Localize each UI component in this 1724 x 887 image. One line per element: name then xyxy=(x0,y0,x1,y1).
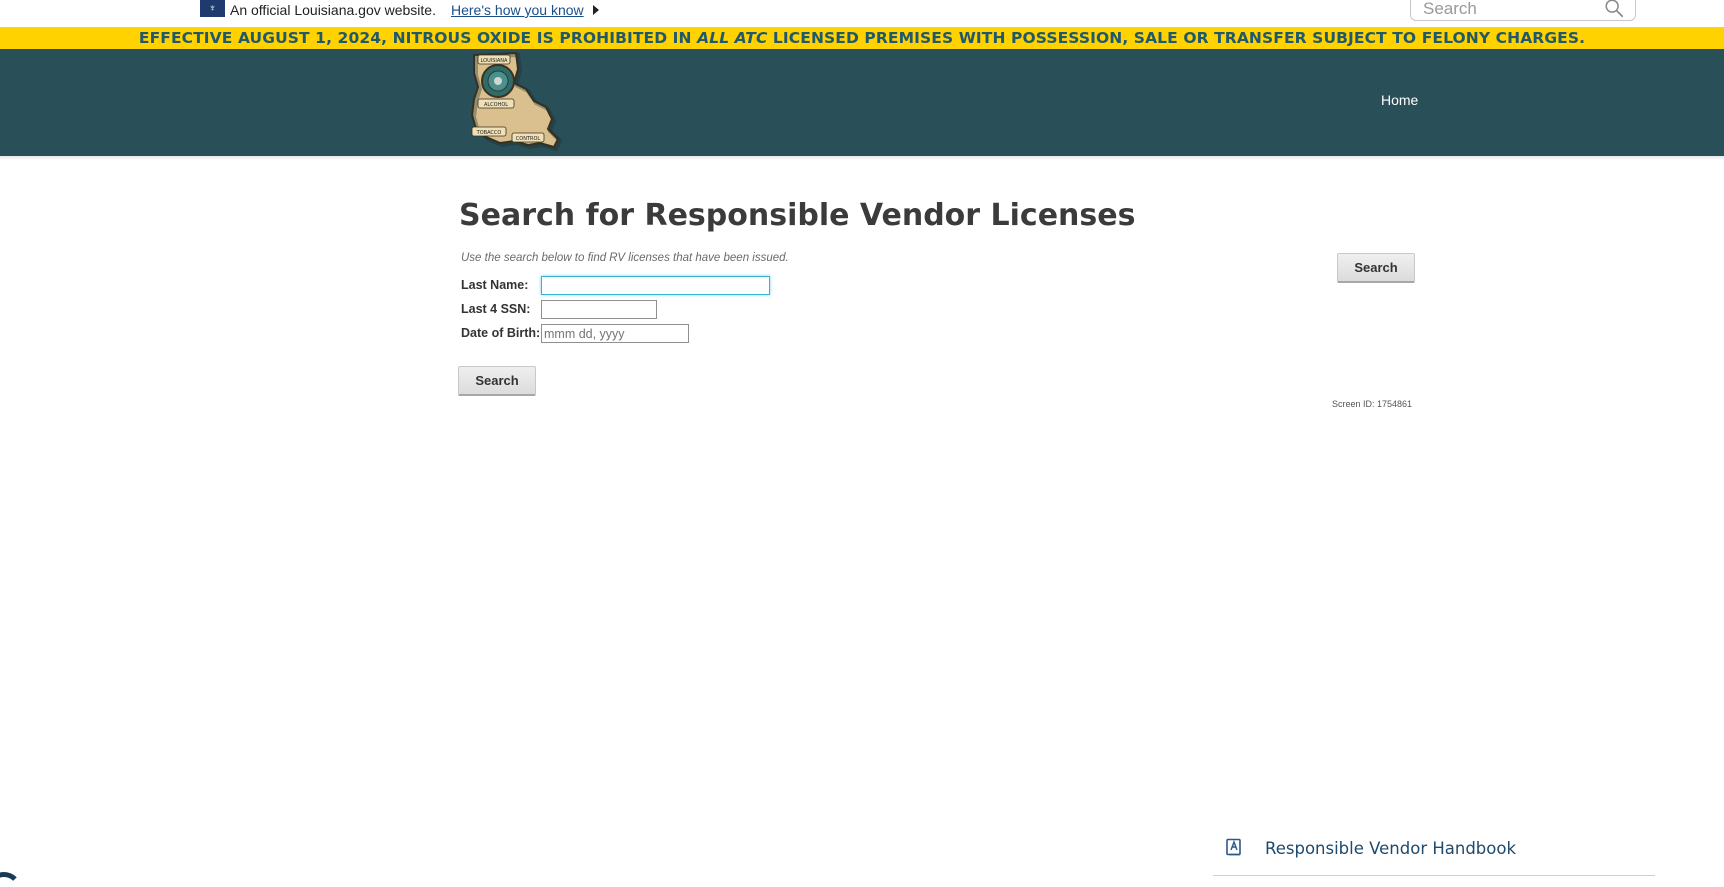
handbook-label[interactable]: Responsible Vendor Handbook xyxy=(1265,839,1516,858)
last-name-input[interactable] xyxy=(541,276,770,295)
last4-ssn-input[interactable] xyxy=(541,300,657,319)
official-site-text: An official Louisiana.gov website. xyxy=(230,2,436,18)
page-title: Search for Responsible Vendor Licenses xyxy=(459,198,1136,233)
nitrous-oxide-alert-banner: EFFECTIVE AUGUST 1, 2024, NITROUS OXIDE … xyxy=(0,27,1724,49)
svg-text:TOBACCO: TOBACCO xyxy=(476,130,502,136)
side-search-button[interactable]: Search xyxy=(1337,253,1415,283)
site-header xyxy=(0,49,1724,156)
site-search-input[interactable] xyxy=(1423,0,1593,19)
how-you-know-link[interactable]: Here's how you know xyxy=(451,2,584,18)
dob-label: Date of Birth: xyxy=(461,326,541,340)
atc-logo[interactable]: LOUISIANA ALCOHOL TOBACCO CONTROL xyxy=(464,49,566,153)
louisiana-flag-icon: ♆ xyxy=(200,0,225,17)
svg-text:CONTROL: CONTROL xyxy=(516,136,541,142)
svg-text:ALCOHOL: ALCOHOL xyxy=(484,102,508,108)
search-instructions: Use the search below to find RV licenses… xyxy=(461,252,789,264)
dob-input[interactable] xyxy=(541,324,689,343)
search-icon[interactable] xyxy=(1603,0,1625,19)
last4-ssn-label: Last 4 SSN: xyxy=(461,302,531,316)
caret-right-icon[interactable] xyxy=(593,5,599,15)
site-search-box[interactable] xyxy=(1410,0,1636,21)
book-icon xyxy=(1226,838,1241,856)
screen-id: Screen ID: 1754861 xyxy=(1332,399,1413,409)
header-divider xyxy=(0,156,1724,160)
search-button[interactable]: Search xyxy=(458,366,536,396)
nav-home-link[interactable]: Home xyxy=(1381,92,1418,108)
last-name-label: Last Name: xyxy=(461,278,529,292)
svg-text:LOUISIANA: LOUISIANA xyxy=(481,58,508,64)
corner-decoration xyxy=(0,872,22,887)
alert-text: EFFECTIVE AUGUST 1, 2024, NITROUS OXIDE … xyxy=(138,29,1586,47)
responsible-vendor-handbook-link[interactable]: Responsible Vendor Handbook xyxy=(1213,832,1655,876)
